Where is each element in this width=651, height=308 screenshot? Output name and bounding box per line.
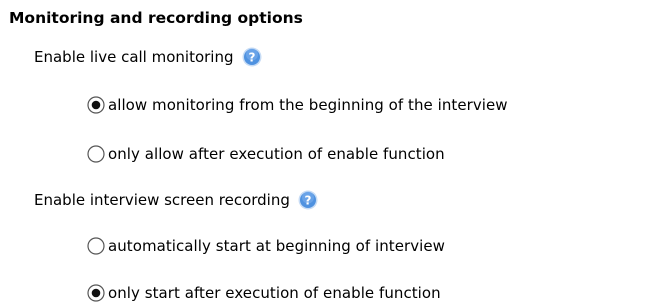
radio-unselected-icon[interactable] <box>87 237 105 255</box>
section-title: Monitoring and recording options <box>9 9 303 27</box>
monitoring-label: Enable live call monitoring <box>34 48 234 66</box>
monitoring-option-beginning[interactable]: allow monitoring from the beginning of t… <box>87 94 508 116</box>
recording-option-after-enable[interactable]: only start after execution of enable fun… <box>87 282 441 304</box>
svg-text:?: ? <box>248 50 255 64</box>
monitoring-group: Enable live call monitoring ? <box>34 46 262 68</box>
recording-option-auto-start-label: automatically start at beginning of inte… <box>108 237 445 255</box>
radio-unselected-icon[interactable] <box>87 145 105 163</box>
monitoring-option-beginning-label: allow monitoring from the beginning of t… <box>108 96 508 114</box>
radio-selected-icon[interactable] <box>87 284 105 302</box>
recording-label: Enable interview screen recording <box>34 191 290 209</box>
monitoring-option-after-enable-label: only allow after execution of enable fun… <box>108 145 445 163</box>
svg-text:?: ? <box>304 193 311 207</box>
recording-option-after-enable-label: only start after execution of enable fun… <box>108 284 441 302</box>
monitoring-recording-panel: Monitoring and recording options Enable … <box>0 0 651 308</box>
monitoring-option-after-enable[interactable]: only allow after execution of enable fun… <box>87 143 445 165</box>
monitoring-help-icon[interactable]: ? <box>242 47 262 67</box>
radio-selected-icon[interactable] <box>87 96 105 114</box>
recording-group: Enable interview screen recording ? <box>34 189 318 211</box>
recording-help-icon[interactable]: ? <box>298 190 318 210</box>
recording-option-auto-start[interactable]: automatically start at beginning of inte… <box>87 235 445 257</box>
